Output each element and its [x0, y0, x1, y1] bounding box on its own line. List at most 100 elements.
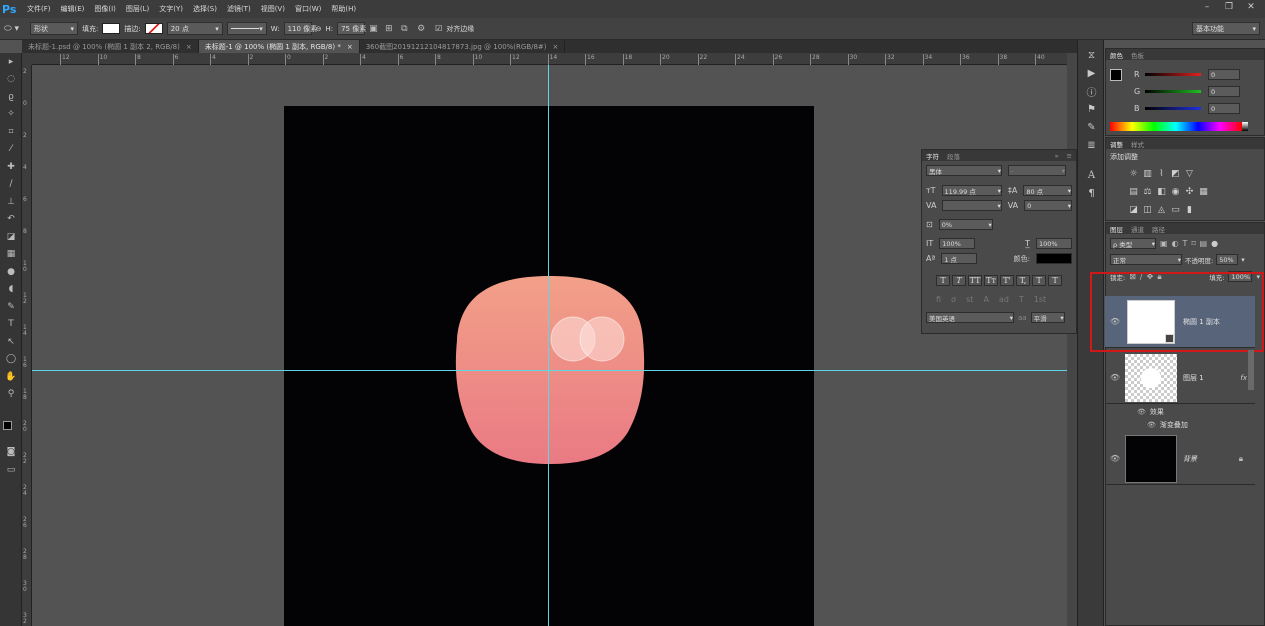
- type-style-button[interactable]: Tт: [984, 275, 998, 286]
- font-style-select[interactable]: - ▾: [1008, 165, 1066, 176]
- ellipse-shape[interactable]: [579, 316, 625, 362]
- info-icon[interactable]: ⓘ: [1078, 82, 1105, 100]
- eye-icon[interactable]: 👁︎: [1147, 421, 1156, 429]
- opacity-input[interactable]: 50%: [1216, 254, 1239, 265]
- height-input[interactable]: 75 像素: [337, 22, 366, 35]
- tab-color[interactable]: 颜色: [1106, 50, 1127, 60]
- horizontal-scale-input[interactable]: 100%: [1036, 238, 1072, 249]
- brushes-icon[interactable]: ✎: [1078, 118, 1105, 136]
- opentype-icon[interactable]: ﬁ: [936, 295, 941, 304]
- color-lookup-icon[interactable]: ▦: [1198, 187, 1209, 198]
- gradient-icon[interactable]: ▦: [0, 246, 22, 264]
- channel-value-input[interactable]: 0: [1208, 103, 1240, 114]
- filter-toggle-icon[interactable]: ●: [1211, 239, 1218, 248]
- close-button[interactable]: ✕: [1240, 0, 1262, 14]
- menu-item[interactable]: 文字(Y): [154, 4, 188, 14]
- posterize-icon[interactable]: ◫: [1142, 205, 1153, 216]
- menu-item[interactable]: 帮助(H): [326, 4, 361, 14]
- horizontal-guide[interactable]: [32, 370, 1067, 371]
- menu-item[interactable]: 选择(S): [188, 4, 222, 14]
- ellipse-tool-icon[interactable]: ◯: [0, 351, 22, 369]
- tab-character[interactable]: 字符: [922, 151, 943, 161]
- gear-icon[interactable]: ⚙: [417, 24, 431, 34]
- tab-document-2[interactable]: 未标题-1 @ 100% (椭圆 1 副本, RGB/8) * ×: [198, 40, 360, 53]
- screen-mode-icon[interactable]: ▭: [0, 461, 22, 479]
- menu-item[interactable]: 编辑(E): [56, 4, 90, 14]
- eraser-icon[interactable]: ◪: [0, 228, 22, 246]
- opentype-icon[interactable]: σ: [951, 295, 956, 304]
- menu-item[interactable]: 图层(L): [121, 4, 154, 14]
- menu-item[interactable]: 窗口(W): [290, 4, 326, 14]
- type-style-button[interactable]: T: [1032, 275, 1046, 286]
- tab-paragraph[interactable]: 段落: [943, 151, 964, 161]
- channel-value-input[interactable]: 0: [1208, 69, 1240, 80]
- type-style-button[interactable]: T,: [1016, 275, 1030, 286]
- fx-icon[interactable]: fx: [1240, 374, 1247, 382]
- fill-swatch[interactable]: [102, 23, 121, 34]
- antialias-select[interactable]: 平滑 ▾: [1030, 312, 1065, 323]
- stroke-width-input[interactable]: 20 点 ▾: [166, 22, 223, 35]
- brush-icon[interactable]: ∕: [0, 176, 22, 194]
- photo-filter-icon[interactable]: ◉: [1170, 187, 1181, 198]
- opentype-icon[interactable]: st: [966, 295, 973, 304]
- close-icon[interactable]: ×: [553, 43, 559, 51]
- selective-color-icon[interactable]: ▮: [1184, 205, 1195, 216]
- font-family-select[interactable]: 黑体 ▾: [926, 165, 1002, 176]
- panel-collapse-icon[interactable]: »: [1051, 152, 1063, 160]
- link-icon[interactable]: ⊖: [316, 25, 322, 33]
- kerning-input[interactable]: ▾: [942, 200, 1002, 211]
- tab-document-1[interactable]: 未标题-1.psd @ 100% (椭圆 1 副本 2, RGB/8) ×: [22, 40, 199, 53]
- tab-layers[interactable]: 图层: [1106, 224, 1127, 234]
- vertical-ruler[interactable]: 2 0 2 4 6 8 1 0 1 2 1 4 1 6 1 8 2 0 2 2 2 4 2 6 2 8 3 0 3…: [22, 65, 32, 626]
- close-icon[interactable]: ×: [186, 43, 192, 51]
- filter-adjust-icon[interactable]: ◐: [1172, 239, 1179, 248]
- language-select[interactable]: 美国英语 ▾: [926, 312, 1014, 323]
- type-style-button[interactable]: T: [952, 275, 966, 286]
- opentype-icon[interactable]: A: [983, 295, 988, 304]
- gradient-map-icon[interactable]: ▭: [1170, 205, 1181, 216]
- horizontal-ruler[interactable]: 12 10 8 6 4 2 0 2 4 6 8 10 12 14 16 18 20 22 24 26 28 30 32 34 3…: [32, 53, 1067, 65]
- healing-icon[interactable]: ✚: [0, 158, 22, 176]
- vibrance-icon[interactable]: ▽: [1184, 169, 1195, 180]
- filter-shape-icon[interactable]: ⌑: [1191, 239, 1195, 248]
- foreground-color-swatch[interactable]: [3, 421, 12, 430]
- char-scale-input[interactable]: 0% ▾: [938, 219, 993, 230]
- opentype-icon[interactable]: 1st: [1034, 295, 1046, 304]
- width-input[interactable]: 110 像素: [283, 22, 317, 35]
- menu-item[interactable]: 视图(V): [256, 4, 290, 14]
- chevron-down-icon[interactable]: ▾: [1241, 256, 1245, 264]
- brightness-icon[interactable]: ☼: [1128, 169, 1139, 180]
- layer-row-layer-1[interactable]: 👁︎ 图层 1 fx: [1105, 352, 1255, 404]
- ruler-corner[interactable]: [22, 53, 32, 65]
- tab-channels[interactable]: 通道: [1127, 224, 1148, 234]
- close-icon[interactable]: ×: [347, 43, 353, 51]
- brush-presets-icon[interactable]: ≣: [1078, 136, 1105, 154]
- stroke-swatch[interactable]: [144, 23, 163, 34]
- type-style-button[interactable]: TT: [968, 275, 982, 286]
- menu-item[interactable]: 文件(F): [22, 4, 56, 14]
- path-select-icon[interactable]: ↖: [0, 333, 22, 351]
- history-icon[interactable]: ⧖: [1078, 46, 1105, 64]
- stroke-type-select[interactable]: ▾: [226, 22, 267, 35]
- lasso-icon[interactable]: ϱ: [0, 88, 22, 106]
- type-style-button[interactable]: T: [1048, 275, 1062, 286]
- paragraph-icon[interactable]: ¶: [1078, 184, 1105, 202]
- vertical-scrollbar[interactable]: [1067, 53, 1077, 626]
- type-icon[interactable]: T: [0, 316, 22, 334]
- shape-mode-select[interactable]: 形状 ▾: [30, 22, 78, 35]
- eye-icon[interactable]: 👁︎: [1105, 373, 1125, 382]
- channel-value-input[interactable]: 0: [1208, 86, 1240, 97]
- quick-mask-icon[interactable]: ◙: [0, 443, 22, 461]
- tab-styles[interactable]: 样式: [1127, 139, 1148, 149]
- leading-input[interactable]: 80 点 ▾: [1023, 185, 1072, 196]
- opentype-icon[interactable]: ad: [999, 295, 1009, 304]
- layer-name[interactable]: 图层 1: [1183, 373, 1204, 383]
- hand-icon[interactable]: ✋: [0, 368, 22, 386]
- panel-menu-icon[interactable]: ≡: [1063, 152, 1076, 160]
- tab-document-3[interactable]: 360截图20191212104817873.jpg @ 100%(RGB/8#…: [360, 40, 566, 53]
- blur-icon[interactable]: ●: [0, 263, 22, 281]
- color-balance-icon[interactable]: ⚖: [1142, 187, 1153, 198]
- eyedropper-icon[interactable]: ⁄: [0, 141, 22, 159]
- zoom-icon[interactable]: ⚲: [0, 386, 22, 404]
- dodge-icon[interactable]: ◖: [0, 281, 22, 299]
